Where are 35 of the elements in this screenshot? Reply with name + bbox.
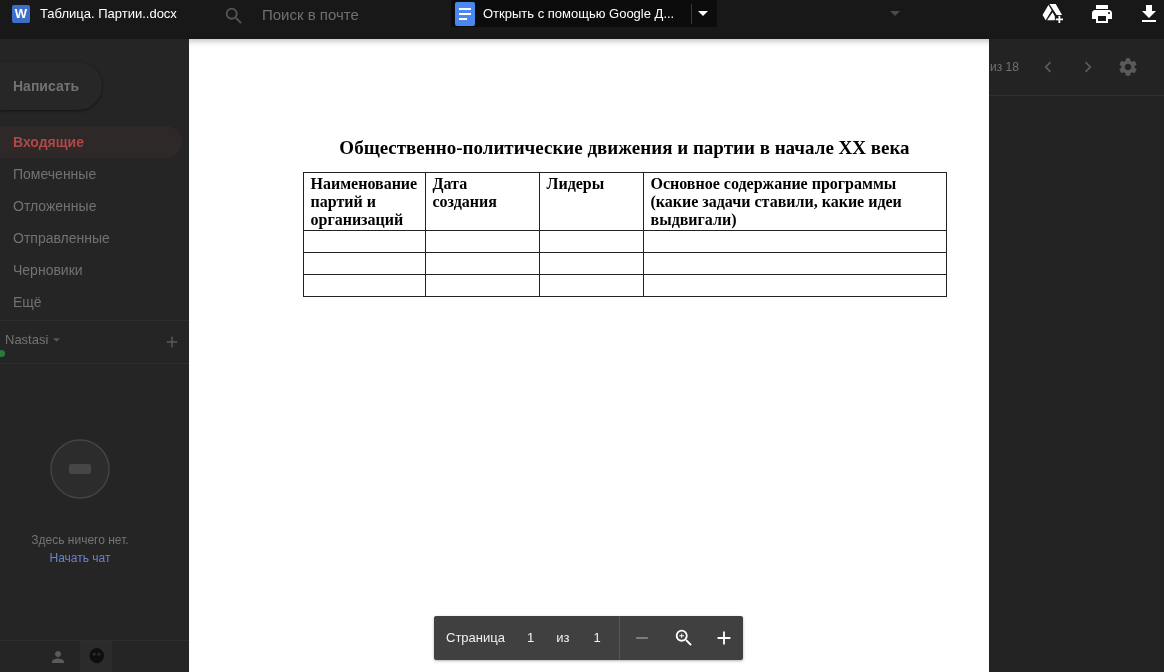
document-title: Общественно-политические движения и партии в начале XX века	[339, 137, 910, 159]
file-name: Таблица. Партии..docx	[40, 4, 177, 23]
quote-bubble-icon	[88, 648, 104, 665]
folder-item[interactable]: Отложенные	[0, 190, 182, 222]
chat-placeholder-icon	[50, 439, 110, 499]
account-name[interactable]: Nastasi	[0, 330, 49, 354]
triangle-plus-icon[interactable]	[1042, 3, 1064, 24]
folder-item[interactable]: Черновики	[0, 254, 182, 286]
chat-tab-button[interactable]	[80, 641, 112, 672]
empty-chat-text: Здесь ничего нет.	[31, 532, 129, 548]
page-separator: из	[556, 629, 570, 648]
caret-icon	[698, 11, 708, 16]
zoom-icon[interactable]	[673, 627, 695, 649]
document-icon	[455, 1, 475, 26]
folder-item[interactable]: Помеченные	[0, 158, 182, 190]
pager-text: из 18	[989, 59, 1019, 76]
dropdown-button[interactable]	[691, 0, 717, 27]
search-field[interactable]: Поиск в почте	[262, 4, 359, 27]
settings-icon[interactable]	[1116, 56, 1139, 78]
column-header: Наименование партий и организаций	[303, 172, 425, 231]
total-pages: 1	[593, 629, 601, 648]
folder-item[interactable]: Ещё	[0, 286, 182, 318]
start-chat-link[interactable]: Начать чат	[49, 550, 111, 566]
file-type-badge: W	[12, 4, 30, 23]
compose-button[interactable]: Написать	[0, 62, 102, 110]
folder-item[interactable]: Отправленные	[0, 222, 182, 254]
column-header: Дата создания	[425, 172, 539, 231]
current-page[interactable]: 1	[526, 628, 535, 648]
caret-icon[interactable]	[53, 338, 61, 342]
open-with-button[interactable]: Открыть с помощью Google Д...	[451, 0, 691, 27]
caret-icon	[890, 11, 900, 16]
column-header: Лидеры	[539, 172, 643, 231]
folder-item[interactable]: Входящие	[0, 126, 182, 158]
page-label: Страница	[446, 629, 505, 648]
column-header: Основное содержание программы (какие задачи ставили, какие идеи выдвигали)	[643, 172, 946, 231]
